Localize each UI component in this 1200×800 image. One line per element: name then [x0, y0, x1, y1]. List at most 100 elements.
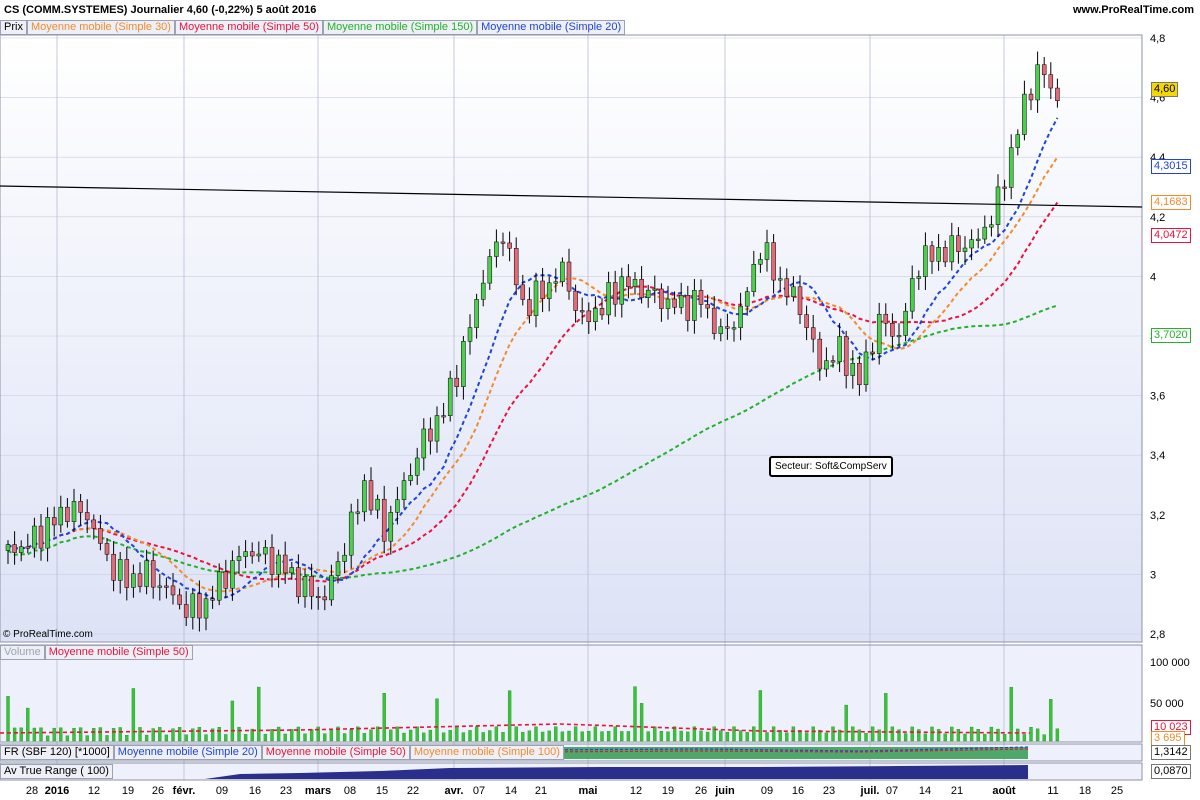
- candle-body: [428, 428, 433, 442]
- legend-fr[interactable]: FR (SBF 120) [*1000]: [0, 745, 114, 760]
- volume-bar: [930, 726, 934, 742]
- legend-fr-ma100[interactable]: Moyenne mobile (Simple 100): [409, 745, 564, 760]
- x-tick-label: 12: [630, 785, 642, 797]
- volume-bar: [969, 726, 974, 742]
- candle-body: [830, 360, 836, 363]
- y-tick-label: 2,8: [1150, 629, 1165, 641]
- candle-body: [71, 501, 77, 522]
- x-tick-label: 2016: [45, 785, 69, 797]
- candle-body: [705, 304, 710, 309]
- candle-body: [738, 305, 743, 328]
- candle-body: [164, 585, 169, 588]
- candle-body: [131, 573, 136, 588]
- legend-vol-ma50[interactable]: Moyenne mobile (Simple 50): [44, 645, 193, 660]
- candle-body: [995, 186, 1001, 225]
- volume-bar: [257, 686, 261, 742]
- candle-body: [1022, 93, 1027, 135]
- volume-bar: [105, 735, 109, 742]
- volume-bar: [527, 730, 532, 742]
- legend-atr[interactable]: Av True Range ( 100): [0, 764, 113, 779]
- volume-bar: [1016, 728, 1020, 742]
- volume-bar: [996, 728, 1000, 742]
- volume-bar: [382, 693, 386, 742]
- x-tick-label: 21: [951, 785, 963, 797]
- candle-body: [276, 554, 281, 575]
- x-tick-label: 21: [535, 785, 547, 797]
- candle-body: [5, 544, 11, 551]
- volume-bar: [224, 734, 228, 742]
- candle-body: [1041, 64, 1047, 75]
- chart-canvas[interactable]: 4,84,64,44,243,83,63,43,232,8100 00050 0…: [0, 0, 1200, 800]
- x-tick-label: avr.: [445, 785, 464, 797]
- volume-legend: Volume Moyenne mobile (Simple 50): [0, 645, 193, 660]
- candle-body: [243, 551, 248, 557]
- candle-body: [599, 308, 605, 316]
- candle-body: [771, 242, 776, 281]
- volume-bar: [138, 727, 142, 742]
- candle-body: [1055, 87, 1060, 101]
- volume-bar: [1029, 727, 1033, 742]
- volume-bar: [177, 727, 182, 742]
- volume-bar: [1002, 734, 1007, 742]
- y-tick-label: 4,2: [1150, 212, 1165, 224]
- candle-body: [665, 298, 671, 309]
- candle-body: [302, 576, 308, 598]
- candle-body: [32, 525, 37, 549]
- atr-legend: Av True Range ( 100): [0, 764, 113, 779]
- candle-body: [843, 336, 849, 376]
- x-tick-label: 14: [505, 785, 517, 797]
- candle-body: [454, 377, 460, 387]
- candle-body: [837, 336, 842, 362]
- volume-bar: [956, 729, 961, 742]
- volume-bar: [243, 734, 248, 742]
- volume-bar: [573, 726, 578, 742]
- volume-bar: [158, 727, 162, 742]
- ma150-badge: 3,7020: [1151, 328, 1191, 343]
- volume-bar: [283, 733, 287, 742]
- candle-body: [117, 559, 123, 581]
- volume-bar: [639, 703, 644, 742]
- candle-body: [18, 546, 24, 553]
- volume-bar: [593, 726, 598, 742]
- volume-bar: [514, 726, 518, 742]
- y-tick-label: 3,4: [1150, 450, 1165, 462]
- volume-bar: [903, 733, 908, 742]
- legend-fr-ma20[interactable]: Moyenne mobile (Simple 20): [113, 745, 262, 760]
- legend-volume[interactable]: Volume: [0, 645, 45, 660]
- volume-bar: [494, 726, 499, 742]
- volume-bar: [857, 729, 862, 742]
- fr-area: [529, 746, 1029, 759]
- volume-bar: [481, 732, 485, 742]
- candle-body: [381, 498, 387, 542]
- legend-fr-ma50[interactable]: Moyenne mobile (Simple 50): [261, 745, 410, 760]
- candle-body: [111, 554, 116, 581]
- candle-body: [65, 506, 70, 522]
- sector-label[interactable]: Secteur: Soft&CompServ: [769, 456, 893, 477]
- candle-body: [289, 567, 295, 574]
- candle-body: [375, 498, 380, 511]
- x-tick-label: 14: [919, 785, 931, 797]
- volume-bar: [32, 727, 37, 742]
- x-tick-label: 19: [662, 785, 674, 797]
- x-tick-label: 23: [280, 785, 292, 797]
- volume-bar: [567, 730, 571, 742]
- volume-bar: [554, 726, 558, 742]
- volume-bar: [118, 727, 122, 742]
- volume-bar: [151, 728, 155, 742]
- volume-bar: [1042, 734, 1046, 742]
- x-tick-label: août: [992, 785, 1016, 797]
- volume-bar: [910, 726, 914, 742]
- candle-body: [348, 511, 354, 556]
- volume-bar: [342, 733, 347, 742]
- volume-bar: [646, 731, 650, 742]
- candle-body: [639, 279, 644, 298]
- candle-body: [500, 241, 506, 244]
- volume-bar: [1049, 699, 1053, 742]
- candle-body: [315, 595, 321, 598]
- volume-bar: [745, 732, 749, 742]
- candle-body: [322, 596, 328, 601]
- candle-body: [203, 598, 209, 619]
- candle-body: [216, 571, 222, 601]
- candle-body: [177, 594, 182, 605]
- volume-bar: [521, 731, 525, 742]
